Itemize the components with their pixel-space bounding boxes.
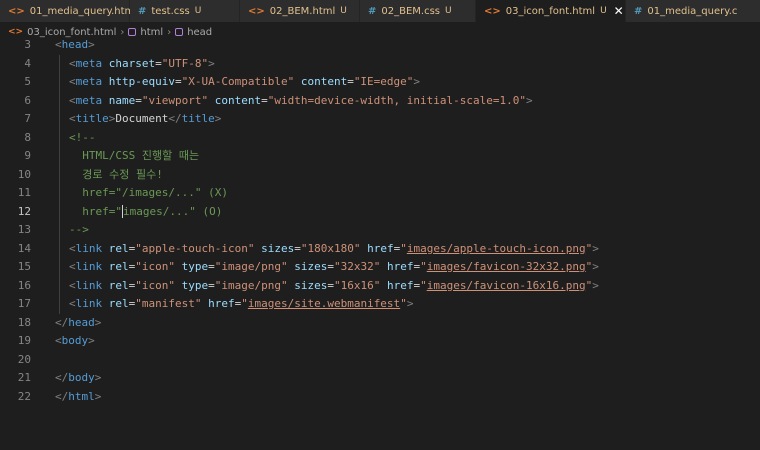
line-number: 19 bbox=[17, 334, 31, 347]
close-icon[interactable]: ✕ bbox=[614, 4, 624, 18]
line-number: 20 bbox=[17, 352, 31, 366]
code-line[interactable]: 4 <meta charset="UTF-8"> bbox=[0, 55, 760, 73]
code-line[interactable]: 18 </head> bbox=[0, 314, 760, 332]
css-file-icon: # bbox=[368, 5, 377, 17]
line-number: 9 bbox=[24, 149, 31, 162]
tab-03-icon-font-html[interactable]: <> 03_icon_font.html U ✕ bbox=[476, 0, 626, 22]
html-file-icon: <> bbox=[248, 5, 265, 17]
line-number: 16 bbox=[17, 278, 31, 292]
code-line[interactable]: 3 <head> bbox=[0, 36, 760, 54]
line-number: 8 bbox=[24, 130, 31, 144]
code-text: <body> bbox=[55, 334, 95, 347]
tab-label: 01_media_query.c bbox=[647, 5, 738, 17]
line-number: 22 bbox=[17, 389, 31, 403]
code-text: </body> bbox=[55, 371, 102, 384]
code-line[interactable]: 22 </html> bbox=[0, 388, 760, 406]
line-number: 10 bbox=[17, 167, 31, 181]
code-text: 경로 수정 필수! bbox=[69, 167, 163, 181]
code-line[interactable]: 12 href="images/..." (O) bbox=[0, 203, 760, 221]
code-line[interactable]: 7 <title>Document</title> bbox=[0, 110, 760, 128]
indent-guide bbox=[59, 54, 60, 314]
code-line[interactable]: 13 --> bbox=[0, 221, 760, 239]
code-text: <meta name="viewport" content="width=dev… bbox=[69, 93, 533, 107]
code-text: <link rel="icon" type="image/png" sizes=… bbox=[69, 260, 599, 273]
code-line[interactable]: 10 경로 수정 필수! bbox=[0, 166, 760, 184]
line-number: 11 bbox=[17, 186, 31, 199]
untracked-badge: U bbox=[194, 6, 202, 16]
code-line[interactable]: 16 <link rel="icon" type="image/png" size… bbox=[0, 277, 760, 295]
code-line[interactable]: 11 href="/images/..." (X) bbox=[0, 184, 760, 202]
code-text: href="images/..." (O) bbox=[69, 204, 223, 218]
code-text: <meta charset="UTF-8"> bbox=[69, 56, 215, 70]
tab-01-media-query-html[interactable]: <>01_media_query.htmlU bbox=[0, 0, 149, 22]
code-text: <link rel="apple-touch-icon" sizes="180x… bbox=[69, 241, 599, 255]
code-text: <title>Document</title> bbox=[69, 112, 222, 125]
tab-02-bem-css[interactable]: #02_BEM.css U bbox=[360, 0, 476, 22]
tab-label: 01_media_query.html bbox=[29, 5, 138, 17]
line-number: 6 bbox=[24, 93, 31, 107]
line-number: 3 bbox=[24, 38, 31, 51]
line-number: 5 bbox=[24, 75, 31, 88]
element-icon bbox=[128, 28, 137, 36]
code-text: <meta http-equiv="X-UA-Compatible" conte… bbox=[69, 75, 421, 88]
code-text: <!-- bbox=[69, 130, 96, 144]
code-text: <link rel="manifest" href="images/site.w… bbox=[69, 297, 414, 310]
code-line[interactable]: 19 <body> bbox=[0, 332, 760, 350]
code-line[interactable]: 14 <link rel="apple-touch-icon" sizes="18… bbox=[0, 240, 760, 258]
code-line[interactable]: 21 </body> bbox=[0, 369, 760, 387]
element-icon bbox=[175, 28, 184, 36]
line-number: 13 bbox=[17, 223, 31, 236]
line-number: 12 bbox=[17, 204, 31, 218]
code-text: --> bbox=[69, 223, 89, 236]
tab-label: 03_icon_font.html bbox=[505, 5, 596, 17]
code-line[interactable]: 15 <link rel="icon" type="image/png" size… bbox=[0, 258, 760, 276]
tab-label: 02_BEM.html bbox=[269, 5, 336, 17]
code-text: </head> bbox=[55, 315, 102, 329]
tab-test-css[interactable]: # test.css U bbox=[130, 0, 240, 22]
untracked-badge: U bbox=[340, 6, 347, 16]
code-line[interactable]: 6 <meta name="viewport" content="width=de… bbox=[0, 92, 760, 110]
tab-label: test.css bbox=[151, 5, 190, 17]
line-number: 21 bbox=[17, 371, 31, 384]
editor-tab-bar: <> 01_media_query.html U # test.css U <> 02_BEM… bbox=[0, 0, 760, 23]
line-number: 7 bbox=[24, 112, 31, 125]
tab-02-bem-html[interactable]: <> 02_BEM.html U bbox=[240, 0, 360, 22]
code-text: href="/images/..." (X) bbox=[69, 186, 228, 199]
css-file-icon: # bbox=[138, 5, 147, 17]
code-editor[interactable]: 3 <head> 4 <meta charset="UTF-8"> 5 <meta htt… bbox=[0, 38, 760, 450]
code-text: </html> bbox=[55, 389, 102, 403]
line-number: 18 bbox=[17, 315, 31, 329]
line-number: 17 bbox=[17, 297, 31, 310]
code-text: <head> bbox=[55, 38, 95, 51]
tab-label: 02_BEM.css bbox=[381, 5, 441, 17]
tab-01-media-query-c[interactable]: #01_media_query.c bbox=[626, 0, 760, 22]
untracked-badge: U bbox=[445, 6, 452, 16]
code-line[interactable]: 20 bbox=[0, 351, 760, 369]
line-number: 4 bbox=[24, 56, 31, 70]
code-text: HTML/CSS 진행할 때는 bbox=[69, 149, 200, 162]
line-number: 15 bbox=[17, 260, 31, 273]
css-file-icon: # bbox=[634, 5, 643, 17]
code-line[interactable]: 5 <meta http-equiv="X-UA-Compatible" cont… bbox=[0, 73, 760, 91]
code-line[interactable]: 8 <!-- bbox=[0, 129, 760, 147]
code-line[interactable]: 17 <link rel="manifest" href="images/site… bbox=[0, 295, 760, 313]
line-number: 14 bbox=[17, 241, 31, 255]
code-text: <link rel="icon" type="image/png" sizes=… bbox=[69, 278, 599, 292]
html-file-icon: <> bbox=[484, 5, 501, 17]
html-file-icon: <> bbox=[8, 5, 25, 17]
untracked-badge: U bbox=[600, 6, 607, 16]
code-line[interactable]: 9 HTML/CSS 진행할 때는 bbox=[0, 147, 760, 165]
